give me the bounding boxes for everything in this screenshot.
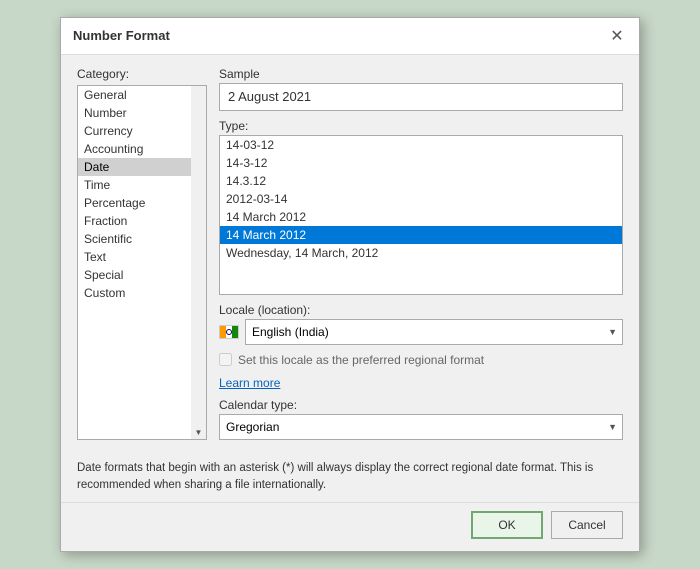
category-item[interactable]: Scientific <box>78 230 191 248</box>
right-panel: Sample 2 August 2021 Type: 14-03-1214-3-… <box>219 67 623 440</box>
type-item[interactable]: 14 March 2012 <box>220 208 622 226</box>
category-item[interactable]: Special <box>78 266 191 284</box>
type-item[interactable]: 14.3.12 <box>220 172 622 190</box>
type-section: Type: 14-03-1214-3-1214.3.122012-03-1414… <box>219 119 623 295</box>
flag-wheel <box>226 329 232 335</box>
cancel-button[interactable]: Cancel <box>551 511 623 539</box>
title-bar: Number Format ✕ <box>61 18 639 55</box>
calendar-section: Calendar type: GregorianHijriHebrew <box>219 398 623 440</box>
type-item[interactable]: 2012-03-14 <box>220 190 622 208</box>
calendar-label: Calendar type: <box>219 398 623 412</box>
category-scrollbar[interactable]: ▼ <box>191 85 207 440</box>
calendar-select-wrapper: GregorianHijriHebrew <box>219 414 623 440</box>
category-item[interactable]: General <box>78 86 191 104</box>
type-item[interactable]: 14 March 2012 <box>220 226 622 244</box>
india-flag-icon <box>219 325 239 339</box>
category-item[interactable]: Time <box>78 176 191 194</box>
dialog-footer: OK Cancel <box>61 502 639 551</box>
type-list[interactable]: 14-03-1214-3-1214.3.122012-03-1414 March… <box>219 135 623 295</box>
ok-button[interactable]: OK <box>471 511 543 539</box>
category-item[interactable]: Accounting <box>78 140 191 158</box>
dialog-title: Number Format <box>73 28 170 43</box>
locale-select[interactable]: English (India)English (US)English (UK) <box>245 319 623 345</box>
type-label: Type: <box>219 119 623 133</box>
learn-more-link[interactable]: Learn more <box>219 376 280 390</box>
category-item[interactable]: Custom <box>78 284 191 302</box>
locale-section: Locale (location): English (India)Englis… <box>219 303 623 345</box>
footer-note: Date formats that begin with an asterisk… <box>61 452 639 503</box>
category-item[interactable]: Date <box>78 158 191 176</box>
preferred-locale-checkbox[interactable] <box>219 353 232 366</box>
category-item[interactable]: Text <box>78 248 191 266</box>
number-format-dialog: Number Format ✕ Category: GeneralNumberC… <box>60 17 640 553</box>
category-item[interactable]: Currency <box>78 122 191 140</box>
type-item[interactable]: 14-3-12 <box>220 154 622 172</box>
dialog-body: Category: GeneralNumberCurrencyAccountin… <box>61 55 639 452</box>
category-item[interactable]: Number <box>78 104 191 122</box>
category-item[interactable]: Percentage <box>78 194 191 212</box>
locale-label: Locale (location): <box>219 303 623 317</box>
category-label: Category: <box>77 67 207 81</box>
sample-value: 2 August 2021 <box>219 83 623 111</box>
calendar-select[interactable]: GregorianHijriHebrew <box>219 414 623 440</box>
category-list[interactable]: GeneralNumberCurrencyAccountingDateTimeP… <box>77 85 191 440</box>
preferred-locale-row: Set this locale as the preferred regiona… <box>219 353 623 367</box>
locale-select-wrapper: English (India)English (US)English (UK) <box>245 319 623 345</box>
preferred-locale-label: Set this locale as the preferred regiona… <box>238 353 484 367</box>
sample-label: Sample <box>219 67 623 81</box>
type-item[interactable]: Wednesday, 14 March, 2012 <box>220 244 622 262</box>
scroll-down-arrow[interactable]: ▼ <box>195 428 203 437</box>
left-panel: Category: GeneralNumberCurrencyAccountin… <box>77 67 207 440</box>
category-item[interactable]: Fraction <box>78 212 191 230</box>
type-item[interactable]: 14-03-12 <box>220 136 622 154</box>
sample-section: Sample 2 August 2021 <box>219 67 623 111</box>
close-button[interactable]: ✕ <box>607 26 627 46</box>
